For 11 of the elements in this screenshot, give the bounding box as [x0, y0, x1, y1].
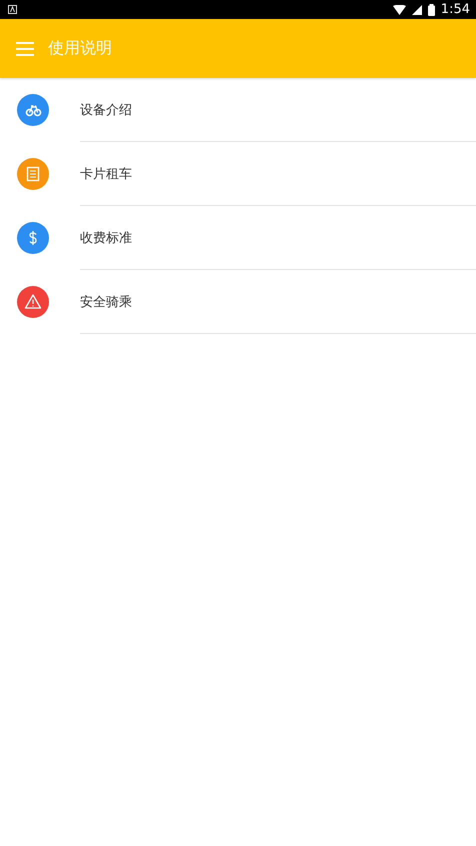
clock-time: 1:54: [440, 2, 470, 17]
menu-item[interactable]: 设备介绍: [80, 100, 132, 118]
menu-item[interactable]: 安全骑乘: [80, 292, 132, 310]
menu-item[interactable]: 收费标准: [80, 228, 132, 246]
signal-icon: [412, 4, 422, 14]
menu-button[interactable]: [16, 40, 34, 56]
battery-icon: [428, 4, 435, 16]
page-title: 使用说明: [48, 38, 112, 59]
notification-icon: [8, 5, 17, 14]
menu-item[interactable]: 卡片租车: [80, 164, 132, 182]
wifi-icon: [392, 4, 406, 14]
